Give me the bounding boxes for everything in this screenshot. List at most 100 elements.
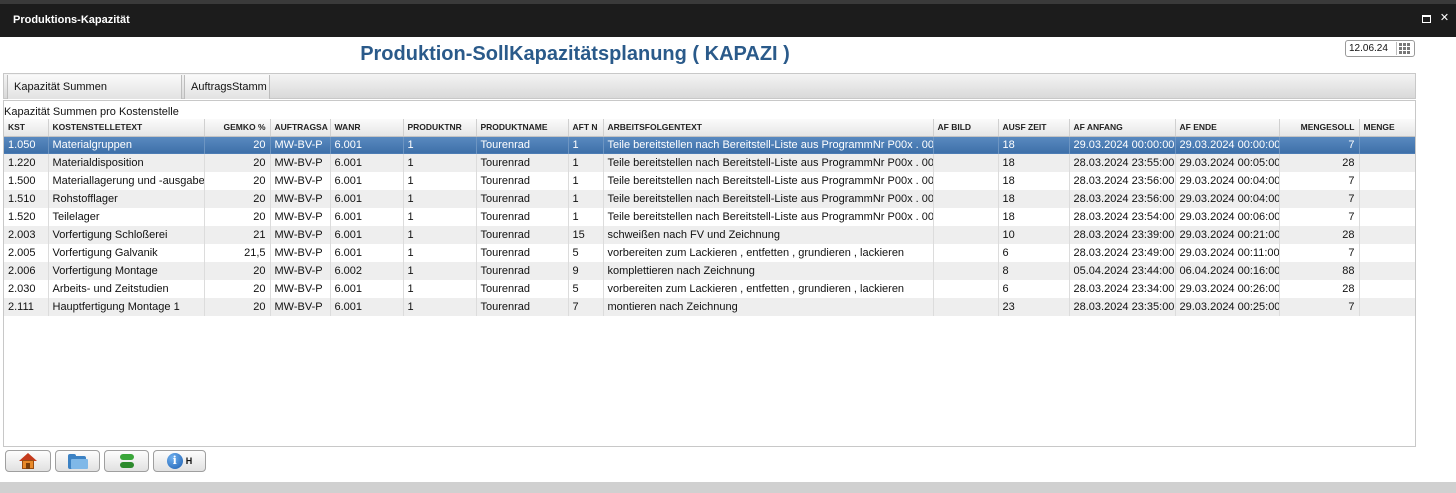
table-row[interactable]: 2.006 Vorfertigung Montage 20 MW-BV-P 6.002 1… [4,262,1415,280]
table-cell: Tourenrad [476,298,569,316]
table-cell: komplettieren nach Zeichnung [603,262,934,280]
table-cell: 29.03.2024 00:06:00 [1175,208,1280,226]
tab-auftragsstamm[interactable]: AuftragsStamm [184,75,270,99]
table-cell: 1 [403,262,477,280]
table-cell: 20 [204,136,271,154]
table-cell: 2.111 [4,298,49,316]
table-cell: 18 [998,172,1070,190]
column-header[interactable]: AF ENDE [1175,119,1280,137]
table-cell: 1 [403,244,477,262]
column-header[interactable]: AUSF ZEIT [998,119,1070,137]
table-cell: Tourenrad [476,244,569,262]
table-cell: MW-BV-P [270,136,331,154]
table-cell [1359,262,1415,280]
table-cell: MW-BV-P [270,208,331,226]
table-cell: 29.03.2024 00:00:00 [1069,136,1176,154]
column-header[interactable]: KST [4,119,49,137]
table-cell: 7 [1279,298,1360,316]
column-header[interactable]: PRODUKTNR [403,119,477,137]
table-cell: 20 [204,154,271,172]
table-row[interactable]: 1.500 Materiallagerung und -ausgabe 20 MW-B… [4,172,1415,190]
table-cell: 6.001 [330,298,404,316]
date-value[interactable]: 12.06.24 [1346,43,1394,54]
table-cell: 28.03.2024 23:35:00 [1069,298,1176,316]
table-cell: 6 [998,280,1070,298]
table-cell: 20 [204,280,271,298]
data-grid[interactable]: Kapazität Summen pro Kostenstelle KST KOS… [3,100,1416,447]
table-cell: Materiallagerung und -ausgabe [48,172,205,190]
maximize-icon[interactable] [1422,15,1431,23]
column-header[interactable]: KOSTENSTELLETEXT [48,119,205,137]
table-row[interactable]: 1.050 Materialgruppen 20 MW-BV-P 6.001 1 Toure… [4,136,1415,154]
table-cell: 88 [1279,262,1360,280]
refresh-button[interactable] [104,450,149,472]
table-cell: MW-BV-P [270,226,331,244]
column-header[interactable]: ARBEITSFOLGENTEXT [603,119,934,137]
refresh-icon [119,453,135,469]
tab-kapazitaet-summen[interactable]: Kapazität Summen Kostenstellen [7,75,182,117]
table-cell [1359,190,1415,208]
folder-icon [67,453,88,469]
table-cell: 7 [1279,208,1360,226]
table-cell: 1 [403,208,477,226]
table-cell: 6.001 [330,136,404,154]
column-header[interactable]: AF BILD [933,119,999,137]
table-row[interactable]: 2.003 Vorfertigung Schloßerei 21 MW-BV-P 6.0… [4,226,1415,244]
home-button[interactable] [5,450,51,472]
table-cell: 20 [204,298,271,316]
table-cell [1359,280,1415,298]
table-cell: 7 [1279,190,1360,208]
close-icon[interactable]: ✕ [1439,13,1450,24]
column-header[interactable]: AFT N [568,119,604,137]
table-cell: MW-BV-P [270,154,331,172]
table-cell: 6.002 [330,262,404,280]
table-cell: Teile bereitstellen nach Bereitstell-Lis… [603,208,934,226]
table-cell: 1.520 [4,208,49,226]
table-cell: Teile bereitstellen nach Bereitstell-Lis… [603,172,934,190]
column-header[interactable]: AF ANFANG [1069,119,1176,137]
table-cell: Tourenrad [476,226,569,244]
column-header[interactable]: MENGE [1359,119,1415,137]
table-cell: vorbereiten zum Lackieren , entfetten , … [603,280,934,298]
table-cell: 9 [568,262,604,280]
table-cell: Rohstofflager [48,190,205,208]
table-cell: 20 [204,208,271,226]
table-row[interactable]: 1.520 Teilelager 20 MW-BV-P 6.001 1 Tourenrad 1… [4,208,1415,226]
table-cell: 5 [568,280,604,298]
column-header[interactable]: WANR [330,119,404,137]
table-row[interactable]: 1.220 Materialdisposition 20 MW-BV-P 6.001 1 T… [4,154,1415,172]
table-cell: 1 [568,136,604,154]
column-header[interactable]: PRODUKTNAME [476,119,569,137]
table-cell [1359,208,1415,226]
bottom-toolbar: i H [3,447,1416,477]
table-cell: 2.030 [4,280,49,298]
table-cell [1359,154,1415,172]
table-row[interactable]: 2.030 Arbeits- und Zeitstudien 20 MW-BV-P 6.… [4,280,1415,298]
column-header[interactable]: AUFTRAGSA [270,119,331,137]
help-button[interactable]: i H [153,450,206,472]
table-cell: 1 [403,298,477,316]
table-row[interactable]: 1.510 Rohstofflager 20 MW-BV-P 6.001 1 Tourenr… [4,190,1415,208]
open-folder-button[interactable] [55,450,100,472]
grid-title: Kapazität Summen pro Kostenstelle [4,106,179,118]
table-row[interactable]: 2.005 Vorfertigung Galvanik 21,5 MW-BV-P 6.0… [4,244,1415,262]
table-cell [933,226,999,244]
table-cell: 1.050 [4,136,49,154]
table-row[interactable]: 2.111 Hauptfertigung Montage 1 20 MW-BV-P 6.… [4,298,1415,316]
column-header[interactable]: GEMKO % [204,119,271,137]
calendar-icon[interactable] [1396,42,1410,55]
table-cell: 6.001 [330,244,404,262]
table-cell: 2.006 [4,262,49,280]
main-panel: Produktion-SollKapazitätsplanung ( KAPAZ… [0,37,1456,482]
table-cell: Vorfertigung Galvanik [48,244,205,262]
table-cell: vorbereiten zum Lackieren , entfetten , … [603,244,934,262]
table-cell [933,280,999,298]
table-cell: 18 [998,190,1070,208]
table-cell: 8 [998,262,1070,280]
table-cell: 1 [403,136,477,154]
table-cell: 28 [1279,226,1360,244]
table-cell: 2.005 [4,244,49,262]
column-header[interactable]: MENGESOLL [1279,119,1360,137]
date-field[interactable]: 12.06.24 [1345,40,1415,57]
table-cell: 29.03.2024 00:05:00 [1175,154,1280,172]
